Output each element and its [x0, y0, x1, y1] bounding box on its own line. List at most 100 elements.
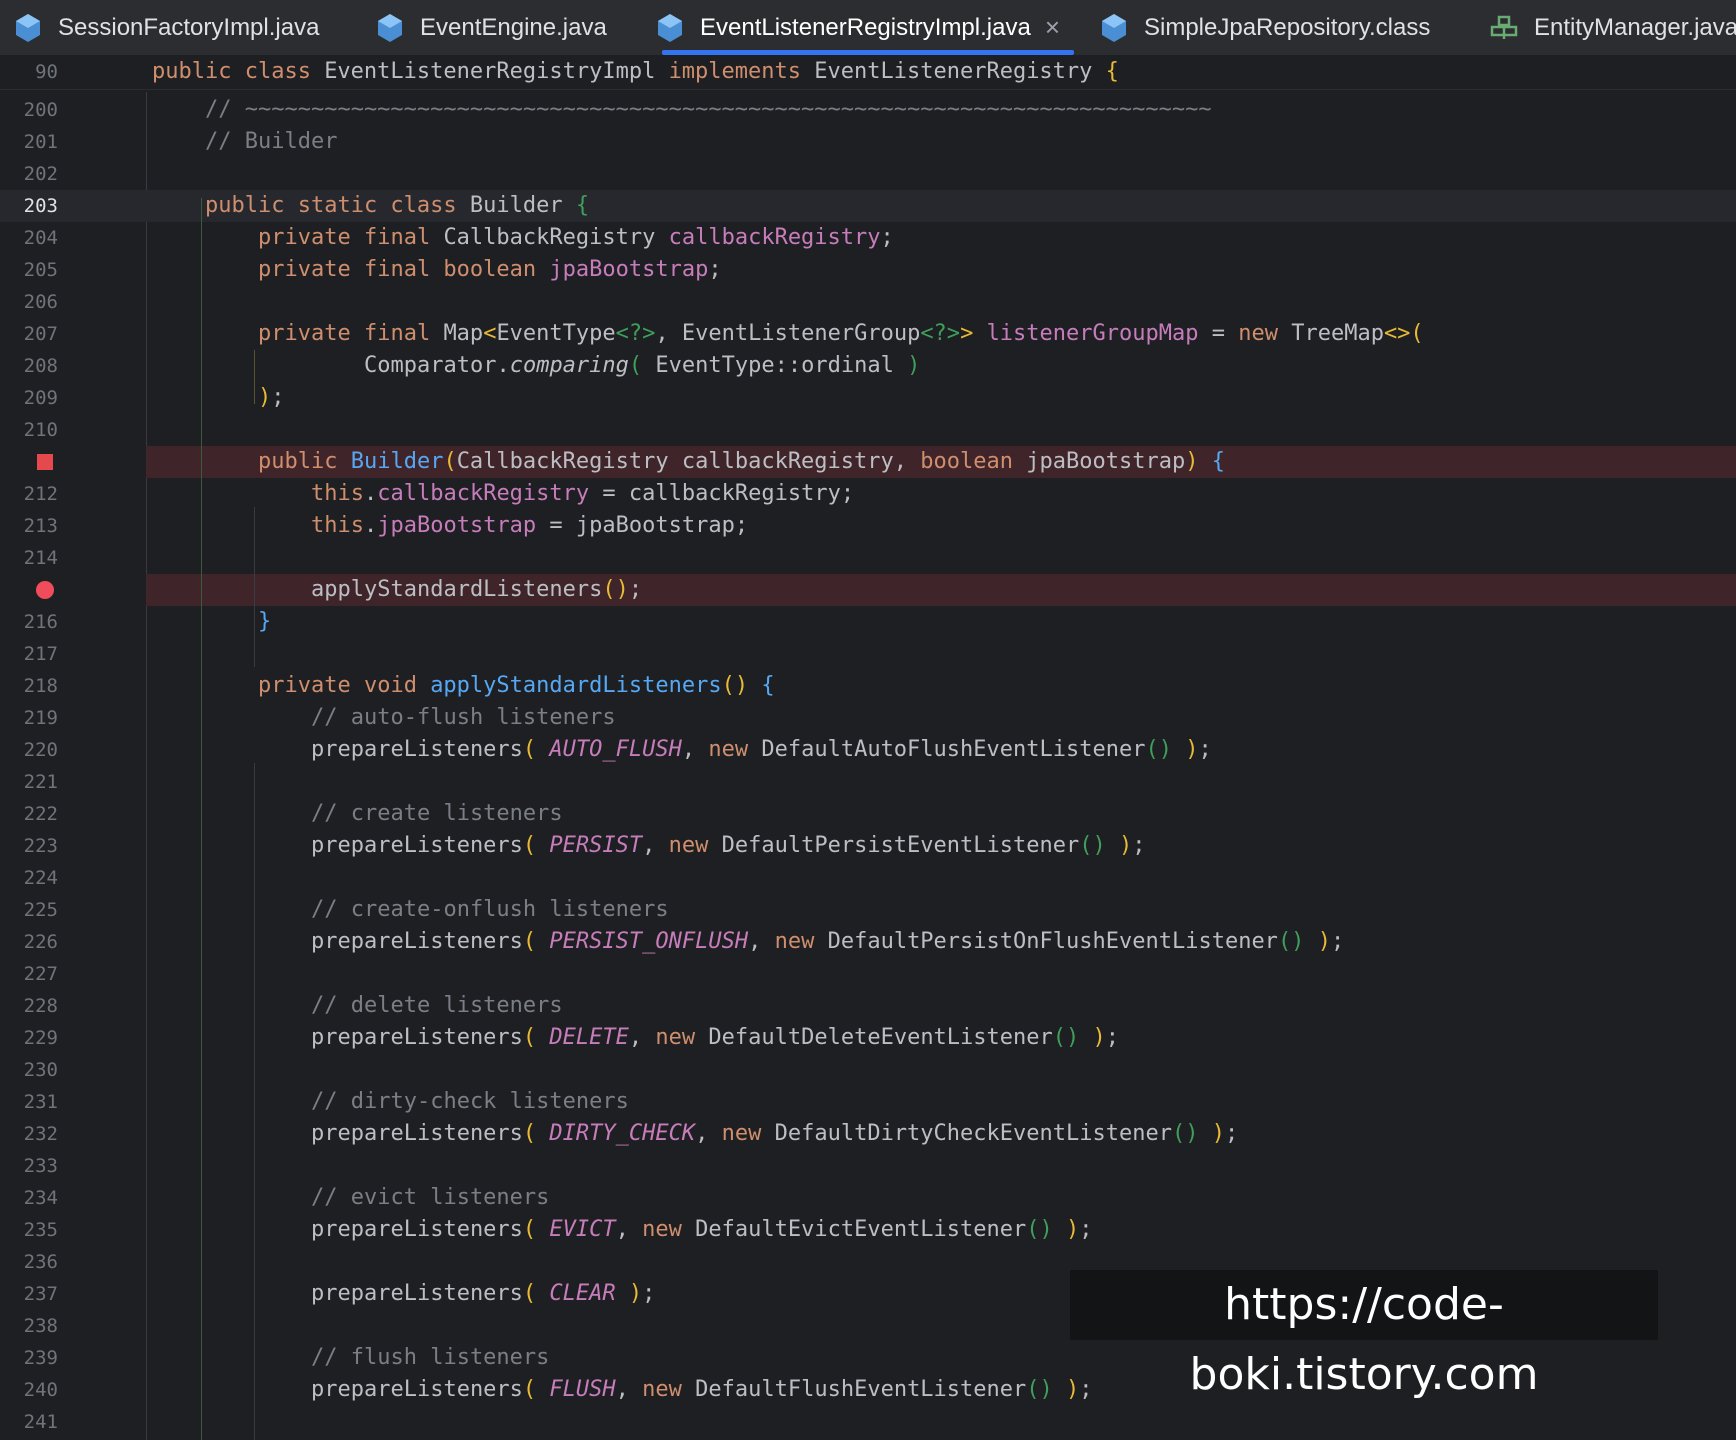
tab-simplejparepository[interactable]: SimpleJpaRepository.class [1100, 0, 1430, 55]
gutter-cell[interactable]: 204 [0, 222, 146, 254]
gutter-cell[interactable]: 207 [0, 318, 146, 350]
code-token: ; [880, 225, 894, 250]
code-line[interactable]: 214 [0, 542, 1736, 574]
gutter-cell[interactable]: 216 [0, 606, 146, 638]
code-line-text: private final boolean jpaBootstrap; [258, 254, 722, 286]
gutter-cell[interactable]: 229 [0, 1022, 146, 1054]
code-line[interactable]: 222 // create listeners [0, 798, 1736, 830]
gutter-cell[interactable]: 230 [0, 1054, 146, 1086]
tab-sessionfactoryimpl[interactable]: SessionFactoryImpl.java [14, 0, 319, 55]
code-line[interactable]: 233 [0, 1150, 1736, 1182]
code-token: ( [522, 1281, 550, 1306]
gutter-cell[interactable] [0, 574, 146, 606]
code-line[interactable]: 204 private final CallbackRegistry callba… [0, 222, 1736, 254]
code-line[interactable]: 226 prepareListeners( PERSIST_ONFLUSH, ne… [0, 926, 1736, 958]
gutter-cell[interactable]: 239 [0, 1342, 146, 1374]
gutter-cell[interactable]: 210 [0, 414, 146, 446]
gutter-cell[interactable]: 200 [0, 94, 146, 126]
code-token: jpaBootstrap [1026, 449, 1186, 474]
code-line[interactable]: 219 // auto-flush listeners [0, 702, 1736, 734]
gutter-cell[interactable]: 203 [0, 190, 146, 222]
gutter-cell[interactable]: 231 [0, 1086, 146, 1118]
code-line[interactable]: 225 // create-onflush listeners [0, 894, 1736, 926]
gutter-cell[interactable]: 232 [0, 1118, 146, 1150]
code-line[interactable]: public Builder(CallbackRegistry callback… [0, 446, 1736, 478]
gutter-cell[interactable]: 218 [0, 670, 146, 702]
code-line[interactable]: 229 prepareListeners( DELETE, new Default… [0, 1022, 1736, 1054]
code-line[interactable]: 234 // evict listeners [0, 1182, 1736, 1214]
gutter-cell[interactable]: 234 [0, 1182, 146, 1214]
gutter-cell[interactable]: 240 [0, 1374, 146, 1406]
code-line[interactable]: 235 prepareListeners( EVICT, new DefaultE… [0, 1214, 1736, 1246]
gutter-cell[interactable]: 227 [0, 958, 146, 990]
gutter-cell[interactable]: 235 [0, 1214, 146, 1246]
code-token: { [761, 673, 775, 698]
code-line[interactable]: 227 [0, 958, 1736, 990]
gutter-cell[interactable]: 238 [0, 1310, 146, 1342]
code-token: ( [522, 737, 550, 762]
code-token: prepareListeners [311, 737, 523, 762]
code-line[interactable]: 210 [0, 414, 1736, 446]
code-line[interactable]: 216} [0, 606, 1736, 638]
code-line[interactable]: 230 [0, 1054, 1736, 1086]
line-breakpoint-icon[interactable] [36, 581, 54, 599]
code-line[interactable]: 202 [0, 158, 1736, 190]
gutter-cell[interactable]: 241 [0, 1406, 146, 1438]
code-token: new [642, 1377, 696, 1402]
code-line[interactable]: 212 this.callbackRegistry = callbackRegis… [0, 478, 1736, 510]
gutter-cell[interactable]: 220 [0, 734, 146, 766]
gutter-cell[interactable]: 237 [0, 1278, 146, 1310]
gutter-cell[interactable] [0, 446, 146, 478]
gutter-cell[interactable]: 201 [0, 126, 146, 158]
gutter-cell[interactable]: 217 [0, 638, 146, 670]
code-line[interactable]: 228 // delete listeners [0, 990, 1736, 1022]
gutter-cell[interactable]: 225 [0, 894, 146, 926]
gutter-cell[interactable]: 219 [0, 702, 146, 734]
code-line[interactable]: 232 prepareListeners( DIRTY_CHECK, new De… [0, 1118, 1736, 1150]
code-token: DefaultPersistOnFlushEventListener [827, 929, 1278, 954]
gutter-cell[interactable]: 213 [0, 510, 146, 542]
gutter-cell[interactable]: 233 [0, 1150, 146, 1182]
tab-entitymanager[interactable]: EntityManager.java [1490, 0, 1736, 55]
gutter-cell[interactable]: 226 [0, 926, 146, 958]
code-line[interactable]: 231 // dirty-check listeners [0, 1086, 1736, 1118]
code-line[interactable]: 207 private final Map<EventType<?>, Event… [0, 318, 1736, 350]
code-editor[interactable]: 90 public class EventListenerRegistryImp… [0, 56, 1736, 1440]
gutter-cell[interactable]: 205 [0, 254, 146, 286]
code-token: () [1277, 929, 1318, 954]
code-line[interactable]: applyStandardListeners(); [0, 574, 1736, 606]
gutter-cell[interactable]: 236 [0, 1246, 146, 1278]
code-line[interactable]: 213 this.jpaBootstrap = jpaBootstrap; [0, 510, 1736, 542]
tab-eventengine[interactable]: EventEngine.java [376, 0, 607, 55]
code-line[interactable]: 241 [0, 1406, 1736, 1438]
code-line[interactable]: 205 private final boolean jpaBootstrap; [0, 254, 1736, 286]
code-line[interactable]: 208 Comparator.comparing( EventType::ordi… [0, 350, 1736, 382]
gutter-cell[interactable]: 212 [0, 478, 146, 510]
tab-eventlistenerregistryimpl[interactable]: EventListenerRegistryImpl.java × [656, 0, 1074, 55]
code-line[interactable]: 217 [0, 638, 1736, 670]
gutter-cell[interactable]: 214 [0, 542, 146, 574]
gutter-cell[interactable]: 202 [0, 158, 146, 190]
code-line[interactable]: 221 [0, 766, 1736, 798]
close-tab-icon[interactable]: × [1045, 12, 1060, 43]
code-line[interactable]: 223 prepareListeners( PERSIST, new Defaul… [0, 830, 1736, 862]
code-line[interactable]: 200 // ~~~~~~~~~~~~~~~~~~~~~~~~~~~~~~~~~~… [0, 94, 1736, 126]
code-line[interactable]: 206 [0, 286, 1736, 318]
code-line[interactable]: 218 private void applyStandardListeners()… [0, 670, 1736, 702]
gutter-cell[interactable]: 222 [0, 798, 146, 830]
gutter-cell[interactable]: 209 [0, 382, 146, 414]
gutter-cell[interactable]: 228 [0, 990, 146, 1022]
method-breakpoint-icon[interactable] [37, 454, 53, 470]
code-token: prepareListeners [311, 833, 523, 858]
gutter-cell[interactable]: 224 [0, 862, 146, 894]
code-line[interactable]: 220 prepareListeners( AUTO_FLUSH, new Def… [0, 734, 1736, 766]
code-line[interactable]: 203 public static class Builder { [0, 190, 1736, 222]
gutter-cell[interactable]: 206 [0, 286, 146, 318]
code-line[interactable]: 201 // Builder [0, 126, 1736, 158]
code-line[interactable]: 224 [0, 862, 1736, 894]
gutter-cell[interactable]: 208 [0, 350, 146, 382]
sticky-class-header[interactable]: 90 public class EventListenerRegistryImp… [0, 56, 1736, 90]
code-line[interactable]: 209); [0, 382, 1736, 414]
gutter-cell[interactable]: 223 [0, 830, 146, 862]
gutter-cell[interactable]: 221 [0, 766, 146, 798]
